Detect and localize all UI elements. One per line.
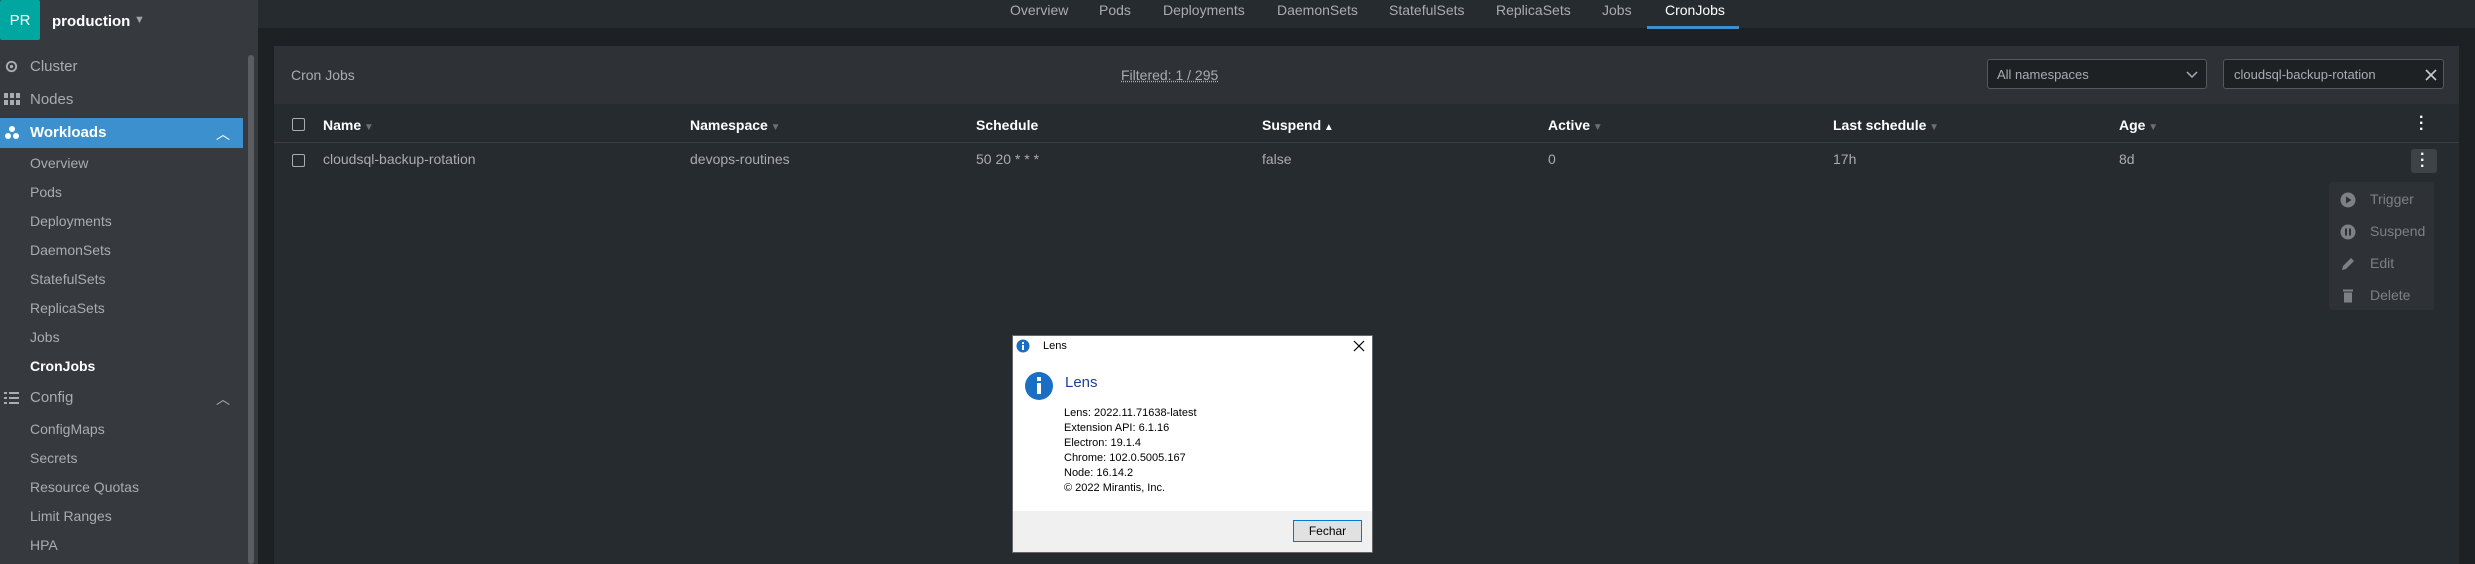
sidebar-item-label: Nodes [30, 91, 74, 108]
column-age[interactable]: Age ▼ [2119, 117, 2158, 133]
version-chrome: Chrome: 102.0.5005.167 [1064, 452, 1186, 464]
tab-bar [258, 0, 2475, 28]
sidebar-item-resource-quotas[interactable]: Resource Quotas [30, 479, 139, 495]
cell-suspend: false [1262, 151, 1292, 167]
search-input-value: cloudsql-backup-rotation [2234, 67, 2376, 82]
sidebar-item-cronjobs[interactable]: CronJobs [30, 358, 95, 374]
sidebar-item-workloads[interactable]: Workloads ︿ [0, 118, 243, 148]
column-suspend[interactable]: Suspend ▲ [1262, 117, 1334, 133]
workloads-icon [5, 126, 19, 139]
sidebar-item-secrets[interactable]: Secrets [30, 450, 77, 466]
cell-active: 0 [1548, 151, 1556, 167]
sidebar-scrollbar[interactable] [248, 55, 254, 564]
copyright: © 2022 Mirantis, Inc. [1064, 482, 1166, 494]
sidebar-item-config[interactable]: Config ︿ [0, 387, 243, 409]
filter-count[interactable]: Filtered: 1 / 295 [1121, 67, 1218, 83]
chevron-down-icon: ▼ [134, 14, 145, 26]
chevron-up-icon: ︿ [216, 126, 230, 142]
column-name[interactable]: Name ▼ [323, 117, 374, 133]
menu-item-trigger[interactable]: Trigger [2330, 187, 2433, 213]
tab-overview[interactable]: Overview [1010, 2, 1068, 18]
cell-age: 8d [2119, 151, 2135, 167]
tab-statefulsets[interactable]: StatefulSets [1389, 2, 1465, 18]
tab-daemonsets[interactable]: DaemonSets [1277, 2, 1358, 18]
dialog-title: Lens [1043, 340, 1067, 352]
sidebar-item-limit-ranges[interactable]: Limit Ranges [30, 508, 112, 524]
active-tab-indicator [1647, 26, 1739, 29]
nodes-icon [4, 93, 20, 105]
version-node: Node: 16.14.2 [1064, 467, 1134, 479]
version-electron: Electron: 19.1.4 [1064, 437, 1142, 449]
namespace-select-value: All namespaces [1997, 67, 2089, 82]
tab-replicasets[interactable]: ReplicaSets [1496, 2, 1571, 18]
columns-menu-icon[interactable]: · · · [2419, 110, 2424, 138]
trash-icon [2343, 289, 2353, 303]
tab-cronjobs[interactable]: CronJobs [1665, 2, 1725, 18]
sidebar-item-daemonsets[interactable]: DaemonSets [30, 242, 111, 258]
more-vertical-icon: · · · [2420, 146, 2426, 175]
version-lens: Lens: 2022.11.71638-latest [1064, 407, 1197, 419]
sidebar-item-label: Config [30, 389, 74, 406]
cell-namespace: devops-routines [690, 151, 790, 167]
column-last-schedule[interactable]: Last schedule ▼ [1833, 117, 1939, 133]
column-schedule[interactable]: Schedule [976, 117, 1038, 133]
info-icon [1016, 339, 1030, 353]
sidebar-item-hpa[interactable]: HPA [30, 537, 58, 553]
row-menu-button[interactable]: · · · [2411, 146, 2437, 175]
sidebar-item-cluster[interactable]: Cluster [0, 56, 243, 78]
close-icon[interactable] [2425, 69, 2437, 81]
sidebar-item-deployments[interactable]: Deployments [30, 213, 112, 229]
play-icon [2340, 192, 2356, 208]
page-title: Cron Jobs [291, 67, 355, 83]
menu-item-suspend[interactable]: Suspend [2330, 219, 2433, 245]
pause-icon [2340, 224, 2356, 240]
tab-jobs[interactable]: Jobs [1602, 2, 1632, 18]
version-extension-api: Extension API: 6.1.16 [1064, 422, 1170, 434]
menu-item-edit[interactable]: Edit [2330, 251, 2433, 277]
column-namespace[interactable]: Namespace ▼ [690, 117, 781, 133]
cluster-avatar: PR [0, 0, 40, 40]
dialog-heading: Lens [1065, 374, 1098, 391]
chevron-up-icon: ︿ [216, 391, 230, 407]
cell-last-schedule: 17h [1833, 151, 1857, 167]
sidebar-item-overview[interactable]: Overview [30, 155, 88, 171]
sidebar-item-replicasets[interactable]: ReplicaSets [30, 300, 105, 316]
list-icon [4, 392, 19, 404]
sidebar-item-label: Workloads [30, 124, 107, 141]
search-input[interactable]: cloudsql-backup-rotation [2223, 59, 2444, 89]
chevron-down-icon [2186, 71, 2198, 79]
sidebar-item-nodes[interactable]: Nodes [0, 89, 243, 111]
sidebar-item-statefulsets[interactable]: StatefulSets [30, 271, 106, 287]
cluster-name: production [52, 13, 131, 30]
tab-deployments[interactable]: Deployments [1163, 2, 1245, 18]
namespace-select[interactable]: All namespaces [1987, 59, 2207, 89]
select-all-checkbox[interactable] [292, 118, 305, 131]
sidebar-item-jobs[interactable]: Jobs [30, 329, 60, 345]
menu-item-delete[interactable]: Delete [2330, 283, 2433, 309]
tab-pods[interactable]: Pods [1099, 2, 1131, 18]
row-checkbox[interactable] [292, 154, 305, 167]
sidebar-item-label: Cluster [30, 58, 78, 75]
pencil-icon [2342, 258, 2354, 270]
close-icon[interactable] [1353, 340, 1365, 352]
column-active[interactable]: Active ▼ [1548, 117, 1603, 133]
sidebar-item-pods[interactable]: Pods [30, 184, 62, 200]
gear-icon [5, 60, 18, 73]
info-large-icon [1025, 372, 1053, 400]
close-dialog-button[interactable]: Fechar [1293, 520, 1362, 542]
cell-schedule: 50 20 * * * [976, 151, 1040, 167]
sidebar-item-configmaps[interactable]: ConfigMaps [30, 421, 105, 437]
cluster-switcher[interactable]: PR production ▼ [0, 0, 258, 42]
cell-name: cloudsql-backup-rotation [323, 151, 476, 167]
